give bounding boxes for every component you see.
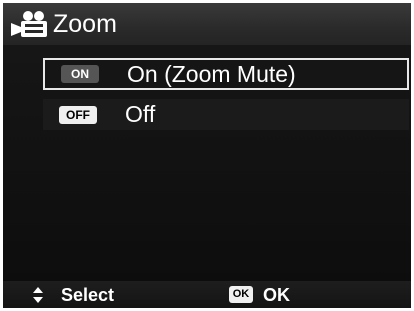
- movie-camera-icon: [11, 11, 47, 37]
- ok-hint-label: OK: [263, 285, 290, 305]
- on-badge: ON: [61, 65, 99, 83]
- option-on-zoom-mute[interactable]: ON On (Zoom Mute): [43, 58, 409, 90]
- camera-menu-screen: Zoom ON On (Zoom Mute) OFF Off Select OK…: [3, 3, 411, 308]
- page-title: Zoom: [53, 10, 117, 38]
- menu-header: Zoom: [3, 3, 411, 45]
- option-label: On (Zoom Mute): [127, 61, 296, 87]
- ok-key-icon: OK: [229, 286, 253, 303]
- select-hint-label: Select: [61, 285, 115, 305]
- off-badge: OFF: [59, 106, 97, 124]
- up-down-arrows-icon: [33, 287, 43, 303]
- button-hint-bar: Select OK OK: [3, 281, 411, 308]
- option-off[interactable]: OFF Off: [43, 99, 409, 130]
- options-list: ON On (Zoom Mute) OFF Off: [3, 45, 411, 281]
- option-label: Off: [125, 101, 156, 127]
